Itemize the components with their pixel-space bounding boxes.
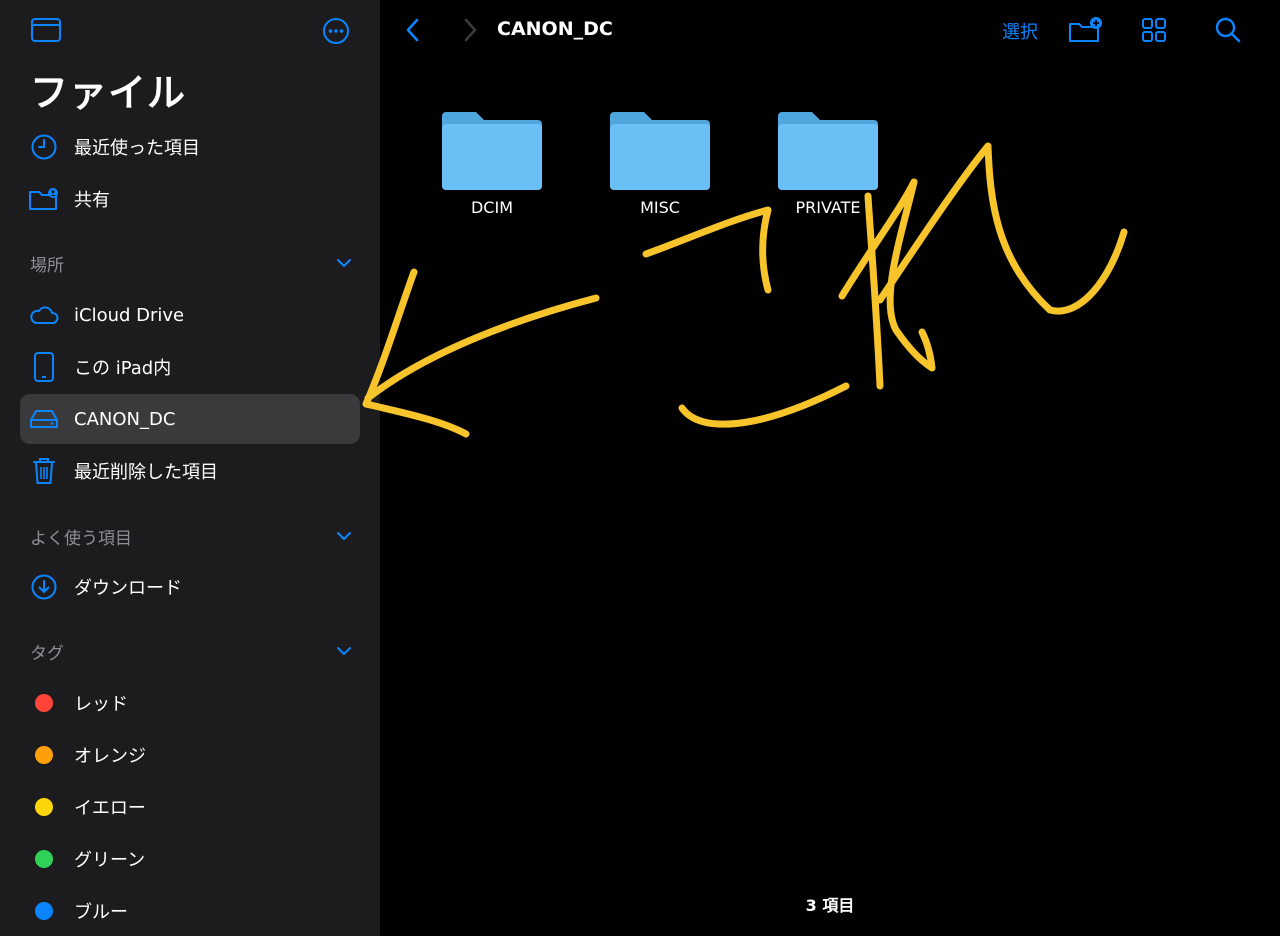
section-header-locations[interactable]: 場所 (30, 248, 360, 278)
cloud-icon (28, 299, 60, 331)
sidebar-item-label: 最近使った項目 (74, 138, 200, 159)
sidebar-tag-green[interactable]: グリーン (20, 834, 360, 884)
sidebar-item-label: レッド (74, 694, 128, 715)
folder-item[interactable]: DCIM (432, 112, 552, 217)
sidebar-toggle-icon[interactable] (30, 16, 62, 46)
tag-icon (28, 895, 60, 927)
yellow-dot-icon (35, 798, 53, 816)
sidebar: ファイル 最近使った項目 共有 場所 iCloud Drive この iPad内… (0, 0, 380, 936)
item-count: 3 項目 (805, 896, 855, 915)
sidebar-item-label: グリーン (74, 850, 146, 871)
folder-name: DCIM (470, 198, 513, 217)
download-icon (28, 571, 60, 603)
sidebar-item-label: iCloud Drive (74, 304, 185, 326)
sidebar-tag-blue[interactable]: ブルー (20, 886, 360, 936)
sidebar-tag-orange[interactable]: オレンジ (20, 730, 360, 780)
sidebar-item-label: CANON_DC (74, 408, 176, 430)
sidebar-item-label: 共有 (74, 190, 110, 211)
folder-name: PRIVATE (795, 198, 861, 217)
tag-icon (28, 843, 60, 875)
sidebar-item-on-my-ipad[interactable]: この iPad内 (20, 342, 360, 392)
section-label: タグ (30, 643, 64, 664)
folder-name: MISC (640, 198, 680, 217)
blue-dot-icon (35, 902, 53, 920)
main-content: CANON_DC 選択 DCIM MISC PRIVATE 3 項目 (380, 0, 1280, 936)
more-options-icon[interactable] (320, 16, 352, 46)
ipad-icon (28, 351, 60, 383)
section-label: 場所 (30, 255, 64, 276)
chevron-down-icon[interactable] (334, 641, 354, 661)
sidebar-item-label: ブルー (74, 902, 128, 923)
chevron-down-icon[interactable] (334, 526, 354, 546)
section-header-favorites[interactable]: よく使う項目 (30, 521, 360, 551)
sidebar-tag-red[interactable]: レッド (20, 678, 360, 728)
select-button[interactable]: 選択 (1002, 18, 1038, 44)
section-header-tags[interactable]: タグ (30, 636, 360, 666)
clock-icon (28, 131, 60, 163)
new-folder-icon[interactable] (1068, 14, 1104, 46)
tag-icon (28, 739, 60, 771)
chevron-down-icon[interactable] (334, 253, 354, 273)
folder-icon (442, 112, 542, 190)
sidebar-title: ファイル (30, 71, 187, 115)
forward-chevron-icon[interactable] (456, 14, 484, 46)
sidebar-tag-yellow[interactable]: イエロー (20, 782, 360, 832)
red-dot-icon (35, 694, 53, 712)
sidebar-item-recents[interactable]: 最近使った項目 (20, 122, 360, 172)
search-icon[interactable] (1212, 14, 1244, 46)
sidebar-item-label: 最近削除した項目 (74, 462, 218, 483)
back-chevron-icon[interactable] (398, 14, 426, 46)
drive-icon (28, 403, 60, 435)
folder-item[interactable]: PRIVATE (768, 112, 888, 217)
sidebar-item-label: この iPad内 (74, 358, 172, 379)
location-title: CANON_DC (497, 18, 613, 40)
grid-view-icon[interactable] (1140, 14, 1168, 46)
green-dot-icon (35, 850, 53, 868)
folder-icon (610, 112, 710, 190)
tag-icon (28, 791, 60, 823)
trash-icon (28, 455, 60, 487)
sidebar-item-icloud-drive[interactable]: iCloud Drive (20, 290, 360, 340)
sidebar-item-shared[interactable]: 共有 (20, 174, 360, 224)
folder-item[interactable]: MISC (600, 112, 720, 217)
sidebar-item-label: イエロー (74, 798, 146, 819)
sidebar-item-downloads[interactable]: ダウンロード (20, 562, 360, 612)
sidebar-item-label: オレンジ (74, 746, 146, 767)
orange-dot-icon (35, 746, 53, 764)
tag-icon (28, 687, 60, 719)
folder-icon (778, 112, 878, 190)
sidebar-item-recently-deleted[interactable]: 最近削除した項目 (20, 446, 360, 496)
shared-folder-icon (28, 183, 60, 215)
section-label: よく使う項目 (30, 528, 132, 549)
sidebar-item-canon-dc[interactable]: CANON_DC (20, 394, 360, 444)
sidebar-item-label: ダウンロード (74, 578, 182, 599)
